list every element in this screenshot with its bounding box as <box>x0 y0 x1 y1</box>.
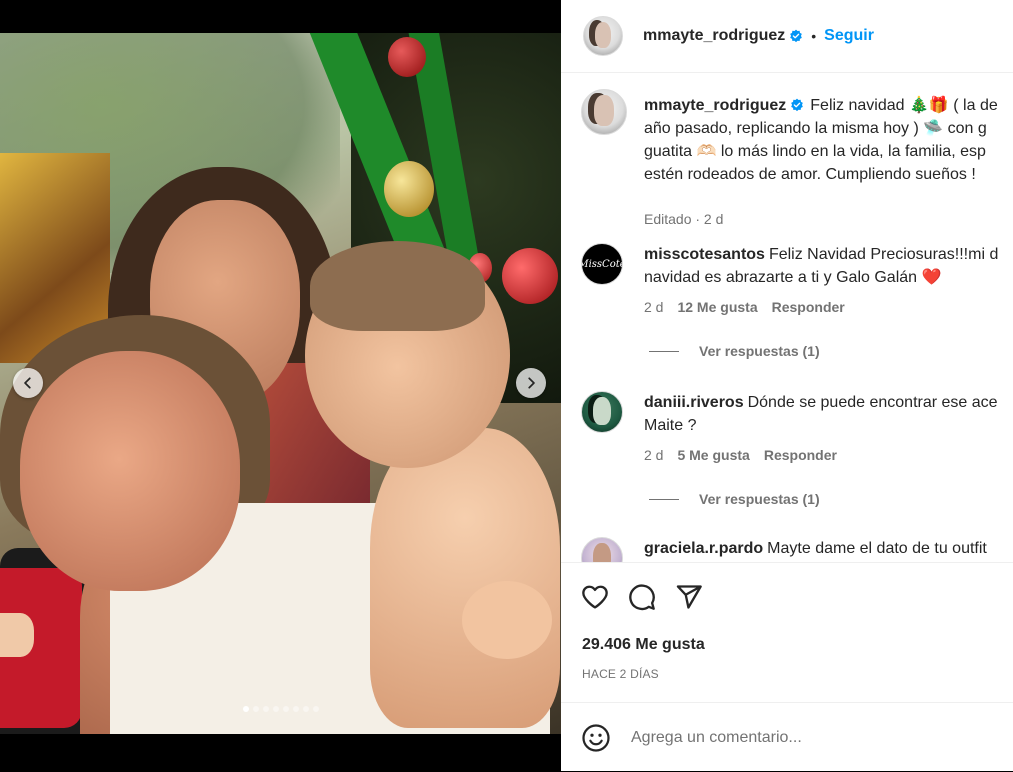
view-replies-label: Ver respuestas (1) <box>699 343 820 359</box>
view-replies-button[interactable]: Ver respuestas (1) <box>649 491 820 507</box>
comment-line: graciela.r.pardo Mayte dame el dato de tu… <box>644 537 987 560</box>
commenter-username[interactable]: graciela.r.pardo <box>644 540 763 557</box>
post-photo[interactable] <box>0 33 561 734</box>
comment-line: daniii.riveros Dónde se puede encontrar e… <box>644 391 998 414</box>
carousel-prev-button[interactable] <box>13 368 43 398</box>
comment-text: graciela.r.pardo Mayte dame el dato de tu… <box>644 537 987 560</box>
verified-badge-icon <box>790 29 803 43</box>
comment-input[interactable] <box>631 723 991 753</box>
comment-line: navidad es abrazarte a ti y Galo Galán ❤… <box>644 266 998 289</box>
comment-meta: 2 d 12 Me gusta Responder <box>644 299 845 315</box>
carousel-dot <box>272 706 279 712</box>
comment-line-text: navidad es abrazarte a ti y Galo Galán ❤… <box>644 269 942 286</box>
comment-line: misscotesantos Feliz Navidad Preciosuras!… <box>644 243 998 266</box>
commenter-avatar[interactable] <box>581 391 623 433</box>
carousel-indicator <box>0 706 561 712</box>
author-avatar[interactable] <box>583 16 623 56</box>
carousel-dot <box>262 706 269 712</box>
like-count[interactable]: 29.406 Me gusta <box>582 636 705 654</box>
view-replies-label: Ver respuestas (1) <box>699 491 820 507</box>
carousel-dot <box>292 706 299 712</box>
santa-face <box>0 613 34 657</box>
author-avatar[interactable] <box>581 89 627 135</box>
post-panel: mmayte_rodriguez • Seguir mmayte_rodrigu… <box>561 0 1013 771</box>
commenter-avatar[interactable] <box>581 537 623 562</box>
carousel-dot <box>242 706 249 712</box>
caption-line: guatita 🫶🏻 lo más lindo en la vida, la f… <box>644 143 986 160</box>
divider-line <box>649 498 679 500</box>
baby-body <box>370 428 560 728</box>
separator-dot: • <box>811 28 817 44</box>
view-replies-button[interactable]: Ver respuestas (1) <box>649 343 820 359</box>
share-send-icon[interactable] <box>675 583 703 611</box>
comment-bubble-icon[interactable] <box>628 583 656 611</box>
post-header: mmayte_rodriguez • Seguir <box>561 0 1013 73</box>
caption-meta: Editado · 2 d <box>644 211 723 227</box>
carousel-dot <box>312 706 319 712</box>
verified-badge-icon <box>791 98 804 112</box>
caption-edited-time: Editado · 2 d <box>644 211 724 227</box>
chevron-left-icon <box>24 377 31 389</box>
emoji-icon[interactable] <box>581 723 611 753</box>
comment-line-text: Mayte dame el dato de tu outfit <box>767 540 987 557</box>
author-username[interactable]: mmayte_rodriguez <box>644 97 786 114</box>
commenter-username[interactable]: misscotesantos <box>644 246 765 263</box>
comment-text: daniii.riveros Dónde se puede encontrar e… <box>644 391 998 437</box>
comment-line: Maite ? <box>644 414 998 437</box>
comment-age: 2 d <box>644 299 664 315</box>
gold-ornament <box>384 161 434 217</box>
author-username[interactable]: mmayte_rodriguez <box>643 27 785 45</box>
caption-line-text: Feliz navidad 🎄🎁 ( la de <box>810 97 998 114</box>
comments-list[interactable]: mmayte_rodriguez Feliz navidad 🎄🎁 ( la d… <box>561 73 1013 562</box>
comment-line-text: Feliz Navidad Preciosuras!!!mi d <box>768 246 999 263</box>
red-ornament <box>502 248 558 304</box>
post-media <box>0 0 561 771</box>
post-actions: 29.406 Me gusta HACE 2 DÍAS <box>561 562 1013 703</box>
person-face <box>20 351 240 591</box>
follow-button[interactable]: Seguir <box>824 27 874 45</box>
reply-button[interactable]: Responder <box>764 447 837 463</box>
comment-text: misscotesantos Feliz Navidad Preciosuras!… <box>644 243 998 289</box>
carousel-next-button[interactable] <box>516 368 546 398</box>
divider-line <box>649 350 679 352</box>
comment-likes[interactable]: 5 Me gusta <box>677 447 749 463</box>
carousel-dot <box>252 706 259 712</box>
comment-likes[interactable]: 12 Me gusta <box>677 299 757 315</box>
red-ornament <box>388 37 426 77</box>
chevron-right-icon <box>528 377 535 389</box>
comment-line-text: Dónde se puede encontrar ese ace <box>747 394 998 411</box>
post-time[interactable]: HACE 2 DÍAS <box>582 667 659 681</box>
action-bar <box>581 583 703 611</box>
commenter-avatar[interactable]: MissCote <box>581 243 623 285</box>
avatar-logo-text: MissCote <box>582 258 622 270</box>
carousel-dot <box>302 706 309 712</box>
caption-line: año pasado, replicando la misma hoy ) 🛸 … <box>644 120 987 137</box>
comment-meta: 2 d 5 Me gusta Responder <box>644 447 837 463</box>
carousel-dot <box>282 706 289 712</box>
reply-button[interactable]: Responder <box>772 299 845 315</box>
like-heart-icon[interactable] <box>581 583 609 611</box>
commenter-username[interactable]: daniii.riveros <box>644 394 744 411</box>
comment-line-text: Maite ? <box>644 417 697 434</box>
baby-hand <box>462 581 552 659</box>
comment-age: 2 d <box>644 447 664 463</box>
caption-text: mmayte_rodriguez Feliz navidad 🎄🎁 ( la d… <box>644 94 998 186</box>
caption-line: estén rodeados de amor. Cumpliendo sueño… <box>644 166 976 183</box>
caption-line: mmayte_rodriguez Feliz navidad 🎄🎁 ( la d… <box>644 94 998 117</box>
baby-hair <box>310 241 485 331</box>
add-comment-bar <box>561 702 1013 772</box>
